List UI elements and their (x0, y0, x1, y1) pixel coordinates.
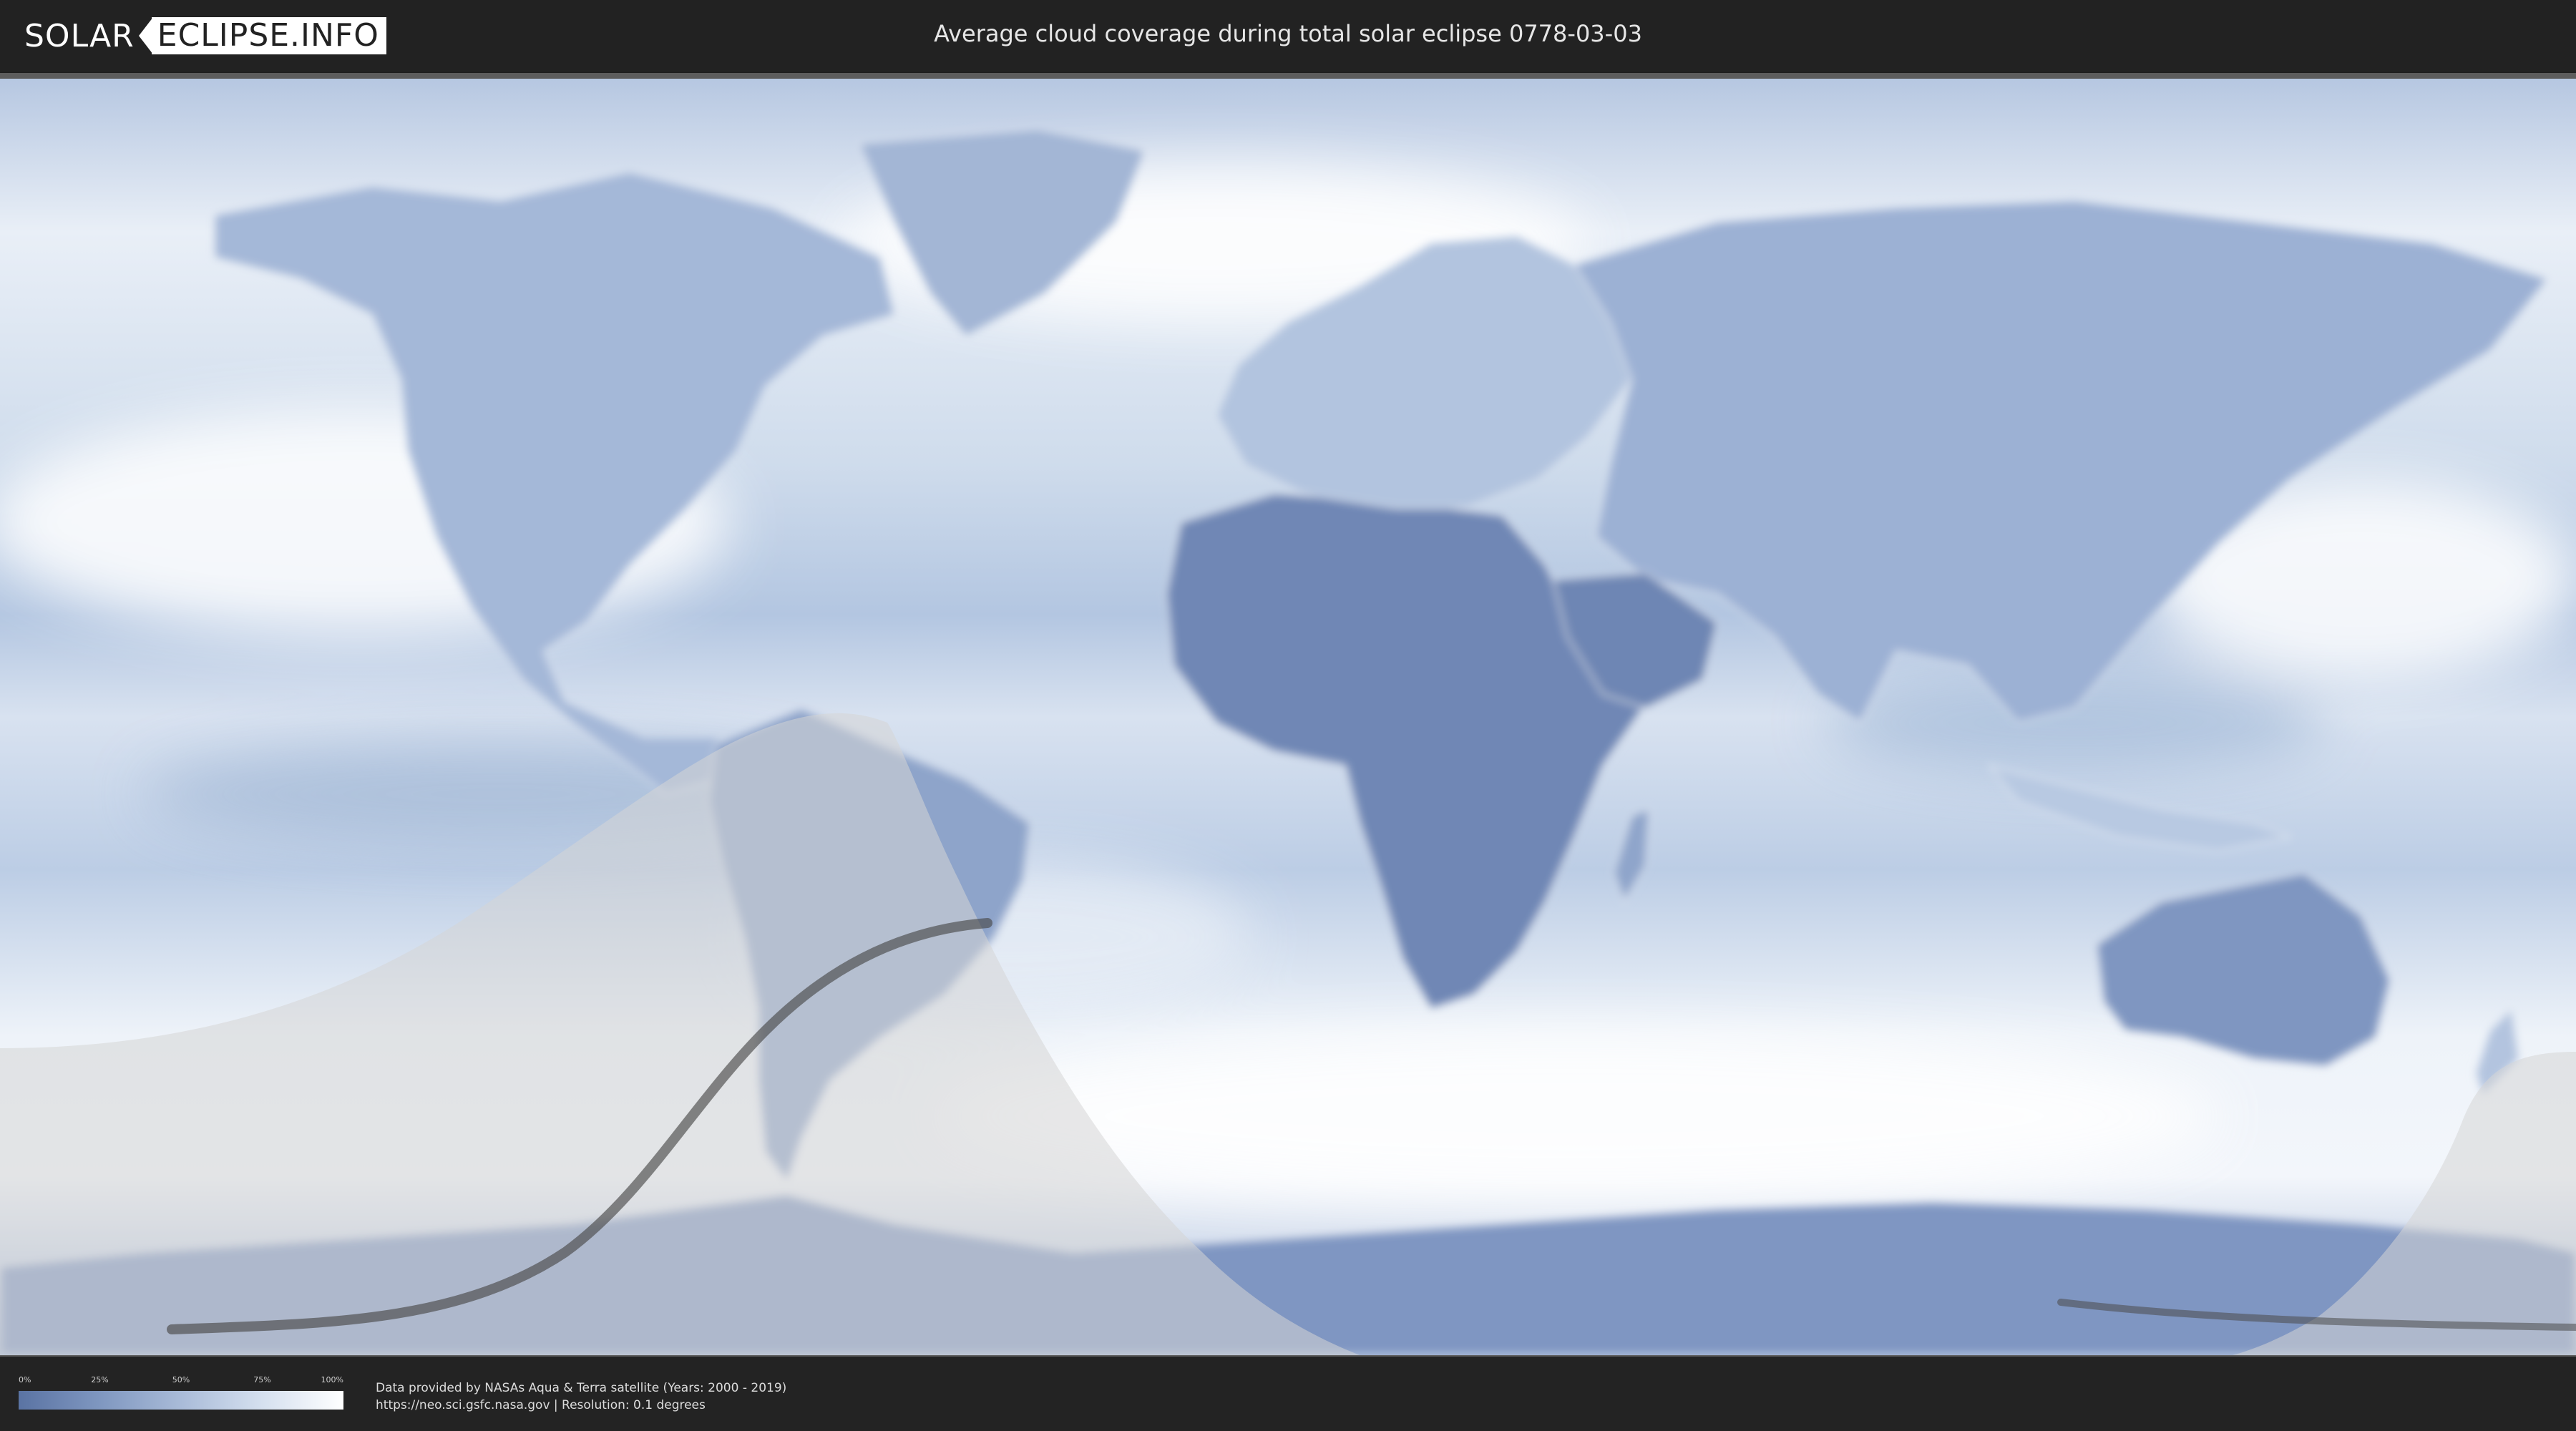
credit-line-url[interactable]: https://neo.sci.gsfc.nasa.gov | Resoluti… (376, 1397, 786, 1414)
legend-ticks: 0% 25% 50% 75% 100% (19, 1375, 343, 1387)
credit-line-source: Data provided by NASAs Aqua & Terra sate… (376, 1381, 787, 1395)
cloud-coverage-map[interactable] (0, 79, 2576, 1355)
cloud-coverage-legend: 0% 25% 50% 75% 100% (19, 1375, 343, 1410)
legend-color-bar (19, 1391, 343, 1410)
data-credit: Data provided by NASAs Aqua & Terra sate… (376, 1379, 786, 1414)
legend-tick-50: 50% (172, 1375, 190, 1384)
legend-tick-100: 100% (321, 1375, 343, 1384)
legend-tick-25: 25% (91, 1375, 109, 1384)
header-bar: SOLAR ECLIPSE.INFO Average cloud coverag… (0, 0, 2576, 72)
legend-tick-0: 0% (19, 1375, 31, 1384)
page-title: Average cloud coverage during total sola… (934, 20, 1642, 47)
legend-tick-75: 75% (253, 1375, 271, 1384)
